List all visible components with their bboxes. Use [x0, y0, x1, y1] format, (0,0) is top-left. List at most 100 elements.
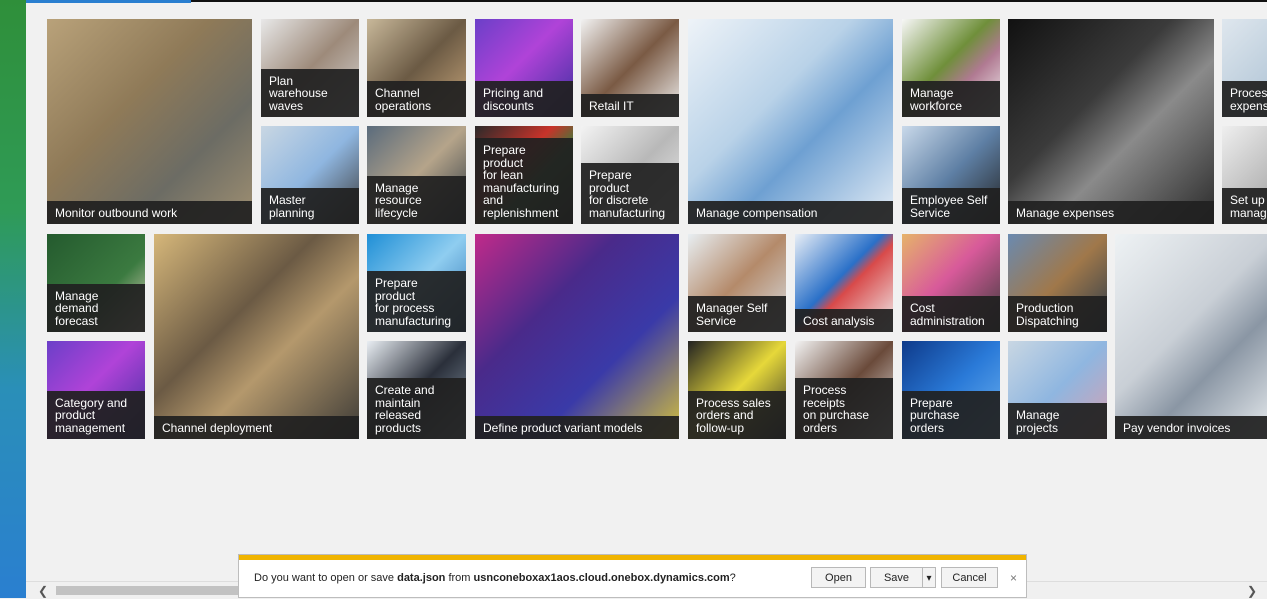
tile-manage-projects[interactable]: Manage projects: [1008, 341, 1107, 439]
tile-label-line: Channel: [375, 86, 420, 100]
tile-label-line: forecast: [55, 313, 98, 328]
tile-label: Manage projects: [1008, 403, 1107, 439]
tile-label: Cost administration: [902, 296, 1000, 332]
tile-label-line: Manage: [1016, 408, 1060, 422]
tile-label: Create and maintain released products: [367, 378, 466, 439]
tile-label: Processexpens: [1222, 81, 1267, 117]
tile-prepare-product-discrete[interactable]: Prepare product for discrete manufacturing: [581, 126, 679, 224]
open-button[interactable]: Open: [811, 567, 866, 588]
download-filename: data.json: [397, 572, 446, 584]
close-icon[interactable]: ×: [1010, 571, 1017, 585]
tile-label-line: released: [375, 408, 422, 422]
tile-label-line: Cost analysis: [803, 313, 875, 328]
tile-process-sales-orders[interactable]: Process sales orders and follow-up: [688, 341, 786, 439]
tile-label: Pay vendor invoices: [1115, 415, 1267, 439]
tile-manager-self-service[interactable]: Manager Self Service: [688, 234, 786, 332]
tile-label-line: administration: [910, 313, 985, 328]
tile-label-line: resource: [375, 193, 422, 207]
tile-label-line: discounts: [483, 98, 534, 113]
tile-process-receipts[interactable]: Process receipts on purchase orders: [795, 341, 893, 439]
tile-label: Prepare purchase orders: [902, 390, 1000, 439]
tile-label-line: demand: [55, 301, 99, 315]
tile-label-line: Manager Self: [696, 301, 768, 315]
tile-prepare-product-lean[interactable]: Prepare product for lean manufacturing and r…: [475, 126, 573, 224]
tile-image: [154, 234, 359, 439]
tile-label: Channel operations: [367, 81, 466, 117]
save-button[interactable]: Save: [870, 567, 922, 588]
tile-label: Category and product management: [47, 390, 145, 439]
tile-define-product-variant-models[interactable]: Define product variant models: [475, 234, 679, 439]
tile-label-line: Manage compensation: [696, 205, 818, 220]
tile-label-line: products: [375, 420, 422, 435]
tile-label-line: Plan warehouse: [269, 73, 328, 100]
tile-monitor-outbound-work[interactable]: Monitor outbound work: [47, 19, 252, 224]
tile-label: Master planning: [261, 188, 359, 224]
tile-manage-expenses[interactable]: Manage expenses: [1008, 19, 1214, 224]
tile-label: Manage resource lifecycle: [367, 175, 466, 224]
cancel-button[interactable]: Cancel: [941, 567, 998, 588]
tile-label-line: Pay vendor invoices: [1123, 420, 1231, 435]
tile-label-line: orders: [803, 420, 838, 435]
tile-pricing-and-discounts[interactable]: Pricing and discounts: [475, 19, 573, 117]
download-message: Do you want to open or save data.json fr…: [254, 572, 736, 584]
tile-cost-analysis[interactable]: Cost analysis: [795, 234, 893, 332]
tile-label-line: Retail IT: [589, 98, 634, 113]
tile-manage-demand-forecast[interactable]: Manage demand forecast: [47, 234, 145, 332]
tile-label: Channel deployment: [154, 415, 359, 439]
download-notification-bar: Do you want to open or save data.json fr…: [238, 554, 1027, 598]
tile-label-line: Service: [910, 205, 951, 220]
tile-label: Manage workforce: [902, 81, 1000, 117]
workspace-tiles-area: Monitor outbound work Plan warehouse waves…: [26, 3, 1267, 580]
tile-label: Prepare product for lean manufacturing and r…: [475, 138, 573, 224]
tile-image: [688, 19, 893, 224]
tile-label-line: Cost: [910, 301, 935, 315]
tile-channel-operations[interactable]: Channel operations: [367, 19, 466, 117]
tile-channel-deployment[interactable]: Channel deployment: [154, 234, 359, 439]
scroll-right-icon[interactable]: ❯: [1247, 584, 1257, 598]
tile-manage-workforce[interactable]: Manage workforce: [902, 19, 1000, 117]
tile-label-line: for process: [375, 301, 435, 315]
tile-category-product-management[interactable]: Category and product management: [47, 341, 145, 439]
tile-master-planning[interactable]: Master planning: [261, 126, 359, 224]
tile-retail-it[interactable]: Retail IT: [581, 19, 679, 117]
download-message-suffix: ?: [729, 572, 736, 584]
tile-label: Retail IT: [581, 93, 679, 117]
tile-label-line: Service: [696, 313, 737, 328]
tile-label: Set up manag: [1222, 188, 1267, 224]
tile-label-line: Employee Self: [910, 193, 988, 207]
tile-label: Process sales orders and follow-up: [688, 390, 786, 439]
top-border-line: [191, 0, 1267, 2]
tile-image: [47, 19, 252, 224]
tile-pay-vendor-invoices[interactable]: Pay vendor invoices: [1115, 234, 1267, 439]
tile-prepare-purchase-orders[interactable]: Prepare purchase orders: [902, 341, 1000, 439]
tile-manage-resource-lifecycle[interactable]: Manage resource lifecycle: [367, 126, 466, 224]
scroll-left-icon[interactable]: ❮: [38, 584, 48, 598]
tile-manage-compensation[interactable]: Manage compensation: [688, 19, 893, 224]
tile-image: [1008, 19, 1214, 224]
tile-production-dispatching[interactable]: Production Dispatching: [1008, 234, 1107, 332]
tile-label-line: Channel deployment: [162, 420, 273, 435]
tile-label-line: Prepare product: [589, 168, 632, 195]
tile-label-line: Dispatching: [1016, 313, 1079, 328]
tile-label-line: manufacturing: [375, 313, 452, 328]
tile-label-line: purchase orders: [910, 408, 960, 435]
tile-label-line: product: [55, 408, 96, 422]
tile-create-maintain-released[interactable]: Create and maintain released products: [367, 341, 466, 439]
save-options-dropdown-icon[interactable]: ▾: [922, 567, 936, 588]
tile-plan-warehouse-waves[interactable]: Plan warehouse waves: [261, 19, 359, 117]
tile-process-expenses[interactable]: Processexpens: [1222, 19, 1267, 117]
download-message-prefix: Do you want to open or save: [254, 572, 398, 584]
notification-accent-stripe: [239, 555, 1026, 560]
tile-label: Manager Self Service: [688, 296, 786, 332]
tile-label-line: Prepare product: [375, 276, 418, 303]
tile-label-line: orders and: [696, 408, 754, 422]
tile-label-line: on purchase: [803, 408, 870, 422]
tile-label-line: waves: [269, 98, 304, 113]
tile-label-line: manufacturing: [589, 205, 666, 220]
tile-prepare-product-process[interactable]: Prepare product for process manufacturing: [367, 234, 466, 332]
tile-label-line: projects: [1016, 420, 1059, 435]
tile-set-up-manage[interactable]: Set up manag: [1222, 126, 1267, 224]
tile-cost-administration[interactable]: Cost administration: [902, 234, 1000, 332]
tile-employee-self-service[interactable]: Employee Self Service: [902, 126, 1000, 224]
tile-label-line: manag: [1230, 205, 1267, 220]
